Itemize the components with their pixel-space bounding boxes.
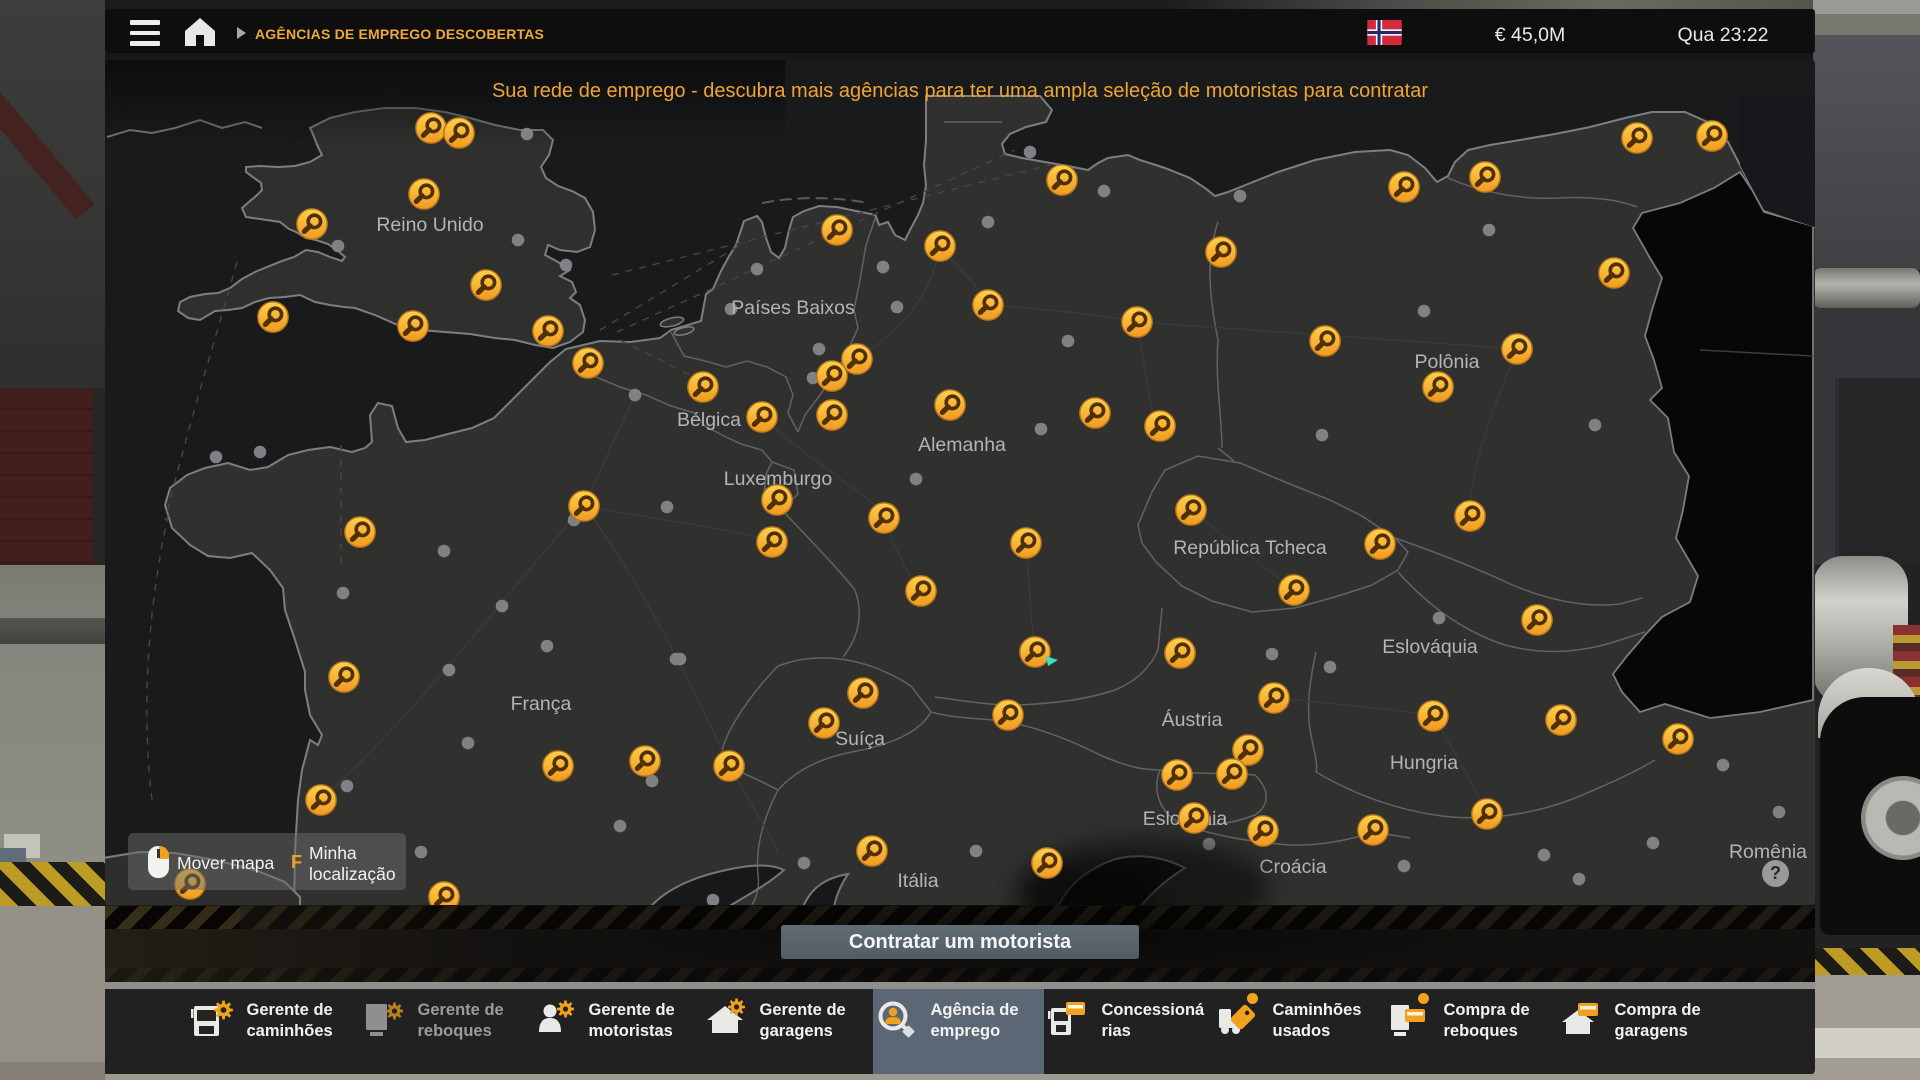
svg-text:França: França xyxy=(511,693,572,715)
svg-text:República Tcheca: República Tcheca xyxy=(1173,537,1327,559)
svg-text:Eslováquia: Eslováquia xyxy=(1382,636,1478,658)
svg-text:Alemanha: Alemanha xyxy=(918,434,1006,456)
svg-text:Hungria: Hungria xyxy=(1390,752,1458,774)
svg-text:Países Baixos: Países Baixos xyxy=(731,297,855,319)
svg-text:Polônia: Polônia xyxy=(1414,351,1479,373)
svg-text:Suíça: Suíça xyxy=(835,728,885,750)
svg-text:Croácia: Croácia xyxy=(1259,856,1326,878)
svg-text:Itália: Itália xyxy=(897,870,938,892)
svg-text:Romênia: Romênia xyxy=(1729,841,1807,863)
svg-text:Reino Unido: Reino Unido xyxy=(376,214,483,236)
svg-text:Áustria: Áustria xyxy=(1162,708,1223,731)
svg-text:Bélgica: Bélgica xyxy=(677,409,741,431)
